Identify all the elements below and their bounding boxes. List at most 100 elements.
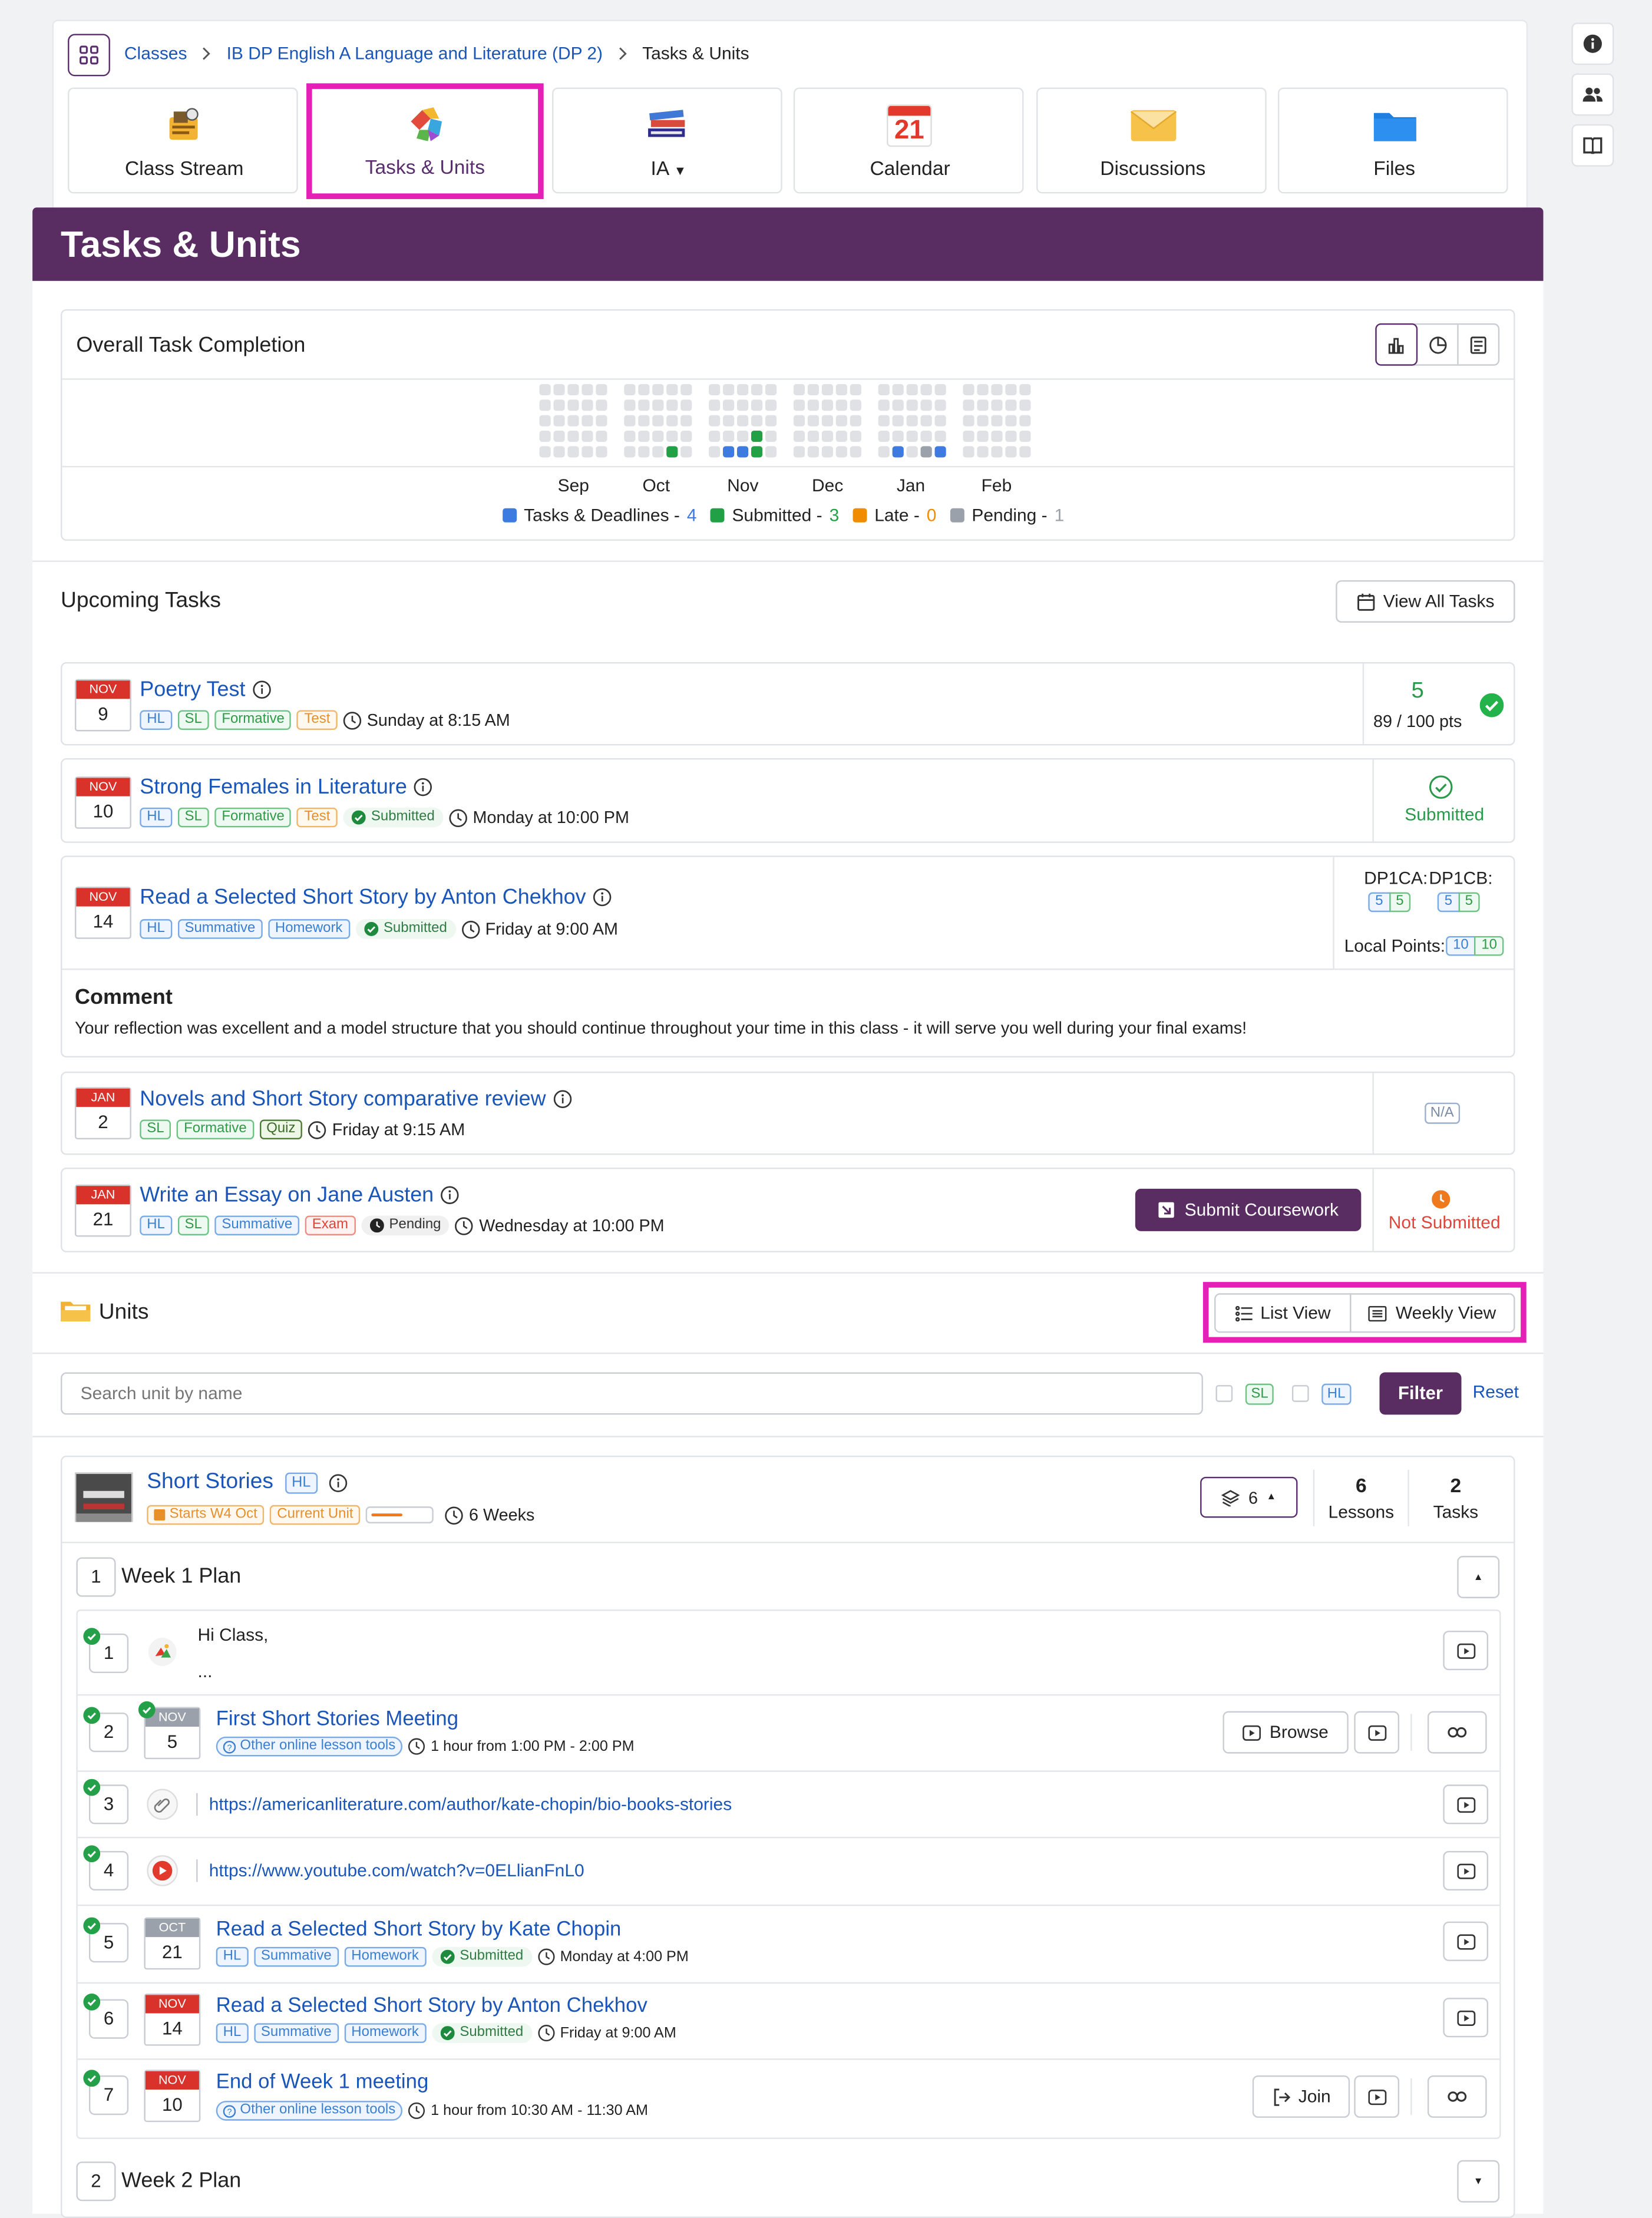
heatmap-cell bbox=[835, 399, 847, 411]
task-card[interactable] bbox=[61, 758, 1515, 843]
heatmap-cell bbox=[807, 384, 820, 396]
play-icon bbox=[1367, 2088, 1386, 2105]
week-number: 2 bbox=[76, 2161, 116, 2202]
legend-item: Tasks & Deadlines - 4 bbox=[503, 505, 697, 525]
status-chip: Submitted bbox=[431, 1946, 532, 1967]
tasks-label: Tasks bbox=[1433, 1502, 1479, 1522]
unit-title[interactable]: Short Stories bbox=[147, 1470, 273, 1495]
info-outline-icon[interactable] bbox=[441, 1186, 459, 1204]
filter-button[interactable]: Filter bbox=[1379, 1372, 1462, 1415]
present-button[interactable] bbox=[1443, 1784, 1489, 1824]
due-date: Friday at 9:00 AM bbox=[485, 919, 618, 939]
item-title[interactable]: First Short Stories Meeting bbox=[216, 1708, 458, 1731]
task-title[interactable]: Read a Selected Short Story by Anton Che… bbox=[140, 885, 586, 910]
task-title[interactable]: Poetry Test bbox=[140, 677, 245, 702]
date-month: NOV bbox=[76, 888, 130, 907]
item-title[interactable]: Read a Selected Short Story by Anton Che… bbox=[216, 1995, 647, 2017]
item-title[interactable]: Read a Selected Short Story by Kate Chop… bbox=[216, 1919, 622, 1941]
info-outline-icon[interactable] bbox=[593, 888, 612, 907]
present-button[interactable] bbox=[1443, 1998, 1489, 2038]
present-button[interactable] bbox=[1443, 1921, 1489, 1961]
task-card[interactable] bbox=[61, 662, 1515, 746]
submit-label: Submit Coursework bbox=[1184, 1200, 1339, 1220]
divider bbox=[62, 378, 1514, 380]
heatmap-cell bbox=[539, 384, 551, 396]
score-box: 5 bbox=[1389, 892, 1411, 913]
link-button[interactable] bbox=[1427, 1711, 1487, 1754]
item-link[interactable]: https://www.youtube.com/watch?v=0ELlianF… bbox=[209, 1861, 584, 1881]
check-icon bbox=[83, 2070, 101, 2087]
present-button[interactable] bbox=[1443, 1631, 1489, 1671]
tab-label: Discussions bbox=[1100, 157, 1206, 180]
starts-badge: Starts W4 Oct bbox=[147, 1505, 265, 1525]
item-meta: ? Other online lesson tools 1 hour from 10… bbox=[216, 2101, 648, 2121]
weekly-icon bbox=[1369, 1305, 1387, 1321]
task-title[interactable]: Strong Females in Literature bbox=[140, 775, 407, 799]
info-outline-icon[interactable] bbox=[553, 1090, 571, 1108]
tab-tasks-units[interactable]: Tasks & Units bbox=[306, 83, 544, 199]
heatmap-cell bbox=[991, 430, 1003, 442]
tab-discussions[interactable]: Discussions bbox=[1036, 87, 1267, 194]
info-button[interactable] bbox=[1571, 22, 1614, 65]
criterion-scores: 55 bbox=[1437, 892, 1480, 913]
legend-label: Late - bbox=[874, 505, 920, 525]
present-button[interactable] bbox=[1354, 2075, 1400, 2118]
check-icon bbox=[138, 1701, 156, 1718]
item-title[interactable]: End of Week 1 meeting bbox=[216, 2071, 429, 2094]
heatmap-cell bbox=[934, 399, 946, 411]
week-title[interactable]: Week 1 Plan bbox=[121, 1564, 241, 1588]
unit-search-input[interactable] bbox=[61, 1372, 1203, 1415]
tag-formative: Formative bbox=[177, 1119, 254, 1140]
heatmap-cell bbox=[963, 415, 974, 427]
view-all-tasks-button[interactable]: View All Tasks bbox=[1336, 580, 1515, 623]
present-button[interactable] bbox=[1354, 1711, 1400, 1754]
heatmap-cell bbox=[581, 415, 593, 427]
heatmap-cell bbox=[666, 399, 678, 411]
item-time: 1 hour from 10:30 AM - 11:30 AM bbox=[431, 2102, 648, 2120]
join-button[interactable]: Join bbox=[1252, 2075, 1350, 2118]
task-meta: HL Summative Homework Submitted Friday at 9:… bbox=[140, 919, 618, 939]
report-view-button[interactable] bbox=[1458, 325, 1498, 365]
task-title[interactable]: Novels and Short Story comparative revie… bbox=[140, 1087, 546, 1111]
tag-hl: HL bbox=[140, 710, 172, 730]
expand-week-button[interactable]: ▼ bbox=[1457, 2160, 1500, 2203]
status-chip: Submitted bbox=[342, 807, 444, 828]
gradebook-button[interactable] bbox=[1571, 124, 1614, 167]
reset-link[interactable]: Reset bbox=[1473, 1382, 1519, 1402]
tab-calendar[interactable]: 21 Calendar bbox=[793, 87, 1024, 194]
tab-files[interactable]: Files bbox=[1277, 87, 1508, 194]
list-view-button[interactable]: List View bbox=[1214, 1293, 1352, 1333]
pie-chart-view-button[interactable] bbox=[1417, 325, 1458, 364]
info-outline-icon[interactable] bbox=[252, 680, 271, 699]
play-icon bbox=[1456, 1863, 1475, 1879]
layers-dropdown[interactable]: 6 ▲ bbox=[1200, 1476, 1298, 1518]
browse-button[interactable]: Browse bbox=[1223, 1711, 1349, 1754]
hl-checkbox[interactable] bbox=[1291, 1385, 1309, 1402]
heatmap-cell bbox=[624, 446, 636, 458]
heatmap-cell bbox=[737, 399, 749, 411]
tab-class-stream[interactable]: Class Stream bbox=[68, 87, 298, 194]
item-link[interactable]: https://americanliterature.com/author/ka… bbox=[209, 1794, 732, 1814]
present-button[interactable] bbox=[1443, 1850, 1489, 1891]
week-title[interactable]: Week 2 Plan bbox=[121, 2169, 241, 2193]
breadcrumb-classes[interactable]: Classes bbox=[124, 44, 187, 64]
info-outline-icon[interactable] bbox=[414, 778, 432, 796]
collapse-week-button[interactable]: ▲ bbox=[1457, 1556, 1500, 1598]
tag-formative: Formative bbox=[214, 807, 292, 828]
breadcrumb-class[interactable]: IB DP English A Language and Literature … bbox=[227, 44, 603, 64]
tab-ia[interactable]: IA ▼ bbox=[552, 87, 782, 194]
link-button[interactable] bbox=[1427, 2075, 1487, 2118]
date-month: JAN bbox=[76, 1088, 130, 1107]
task-card[interactable] bbox=[61, 1072, 1515, 1155]
task-title[interactable]: Write an Essay on Jane Austen bbox=[140, 1183, 434, 1207]
members-button[interactable] bbox=[1571, 73, 1614, 116]
heatmap-cell bbox=[638, 446, 650, 458]
submit-coursework-button[interactable]: Submit Coursework bbox=[1135, 1188, 1362, 1231]
weekly-view-button[interactable]: Weekly View bbox=[1350, 1293, 1515, 1333]
heatmap-cell bbox=[751, 430, 763, 442]
apps-menu-button[interactable] bbox=[68, 34, 110, 77]
bar-chart-view-button[interactable] bbox=[1375, 323, 1418, 366]
legend-swatch bbox=[853, 508, 868, 523]
info-outline-icon[interactable] bbox=[329, 1473, 348, 1492]
sl-checkbox[interactable] bbox=[1215, 1385, 1233, 1402]
